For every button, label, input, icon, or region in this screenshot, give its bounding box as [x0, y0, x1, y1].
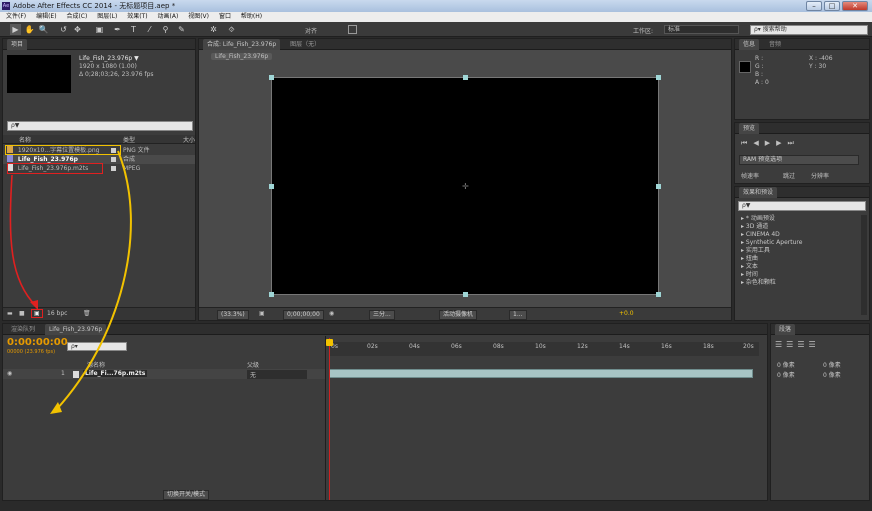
yellow-arrow-path: [55, 150, 132, 411]
annotation-arrows: [9, 150, 132, 414]
red-arrow-path: [9, 174, 37, 307]
